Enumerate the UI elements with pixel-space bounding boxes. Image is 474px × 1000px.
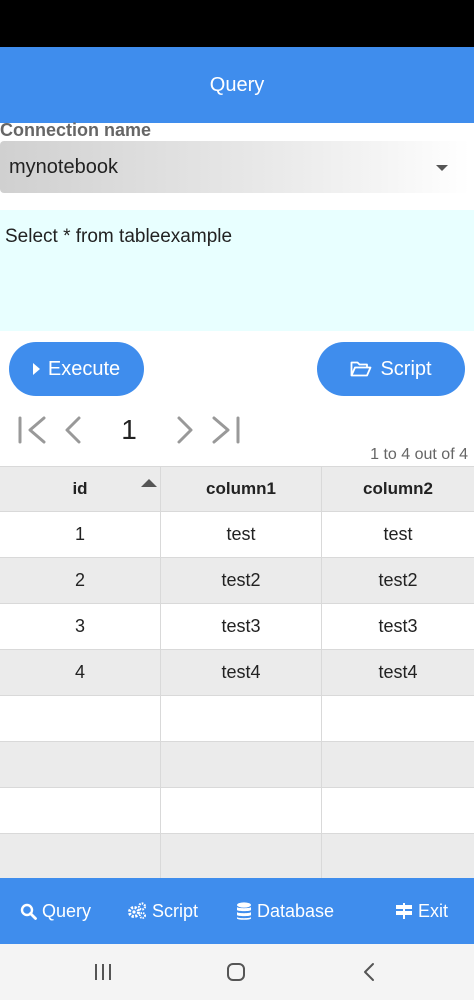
nav-database[interactable]: Database	[236, 878, 334, 944]
table-cell	[0, 696, 161, 741]
empty-row	[0, 788, 474, 834]
query-input[interactable]: Select * from tableexample	[0, 210, 474, 331]
table-cell: test	[161, 512, 322, 557]
nav-database-label: Database	[257, 900, 335, 921]
script-button[interactable]: Script	[317, 342, 465, 396]
grid-header-row: id column1 column2	[0, 466, 474, 512]
script-button-label: Script	[380, 357, 432, 380]
current-page: 1	[121, 414, 137, 445]
recent-apps-icon	[95, 964, 111, 980]
table-cell	[322, 834, 474, 879]
column-header-column1[interactable]: column1	[161, 467, 322, 511]
status-bar	[0, 0, 474, 47]
table-cell: test	[383, 524, 413, 544]
recent-apps-button[interactable]	[92, 960, 114, 984]
first-page-icon	[18, 416, 46, 444]
next-page-icon	[177, 416, 193, 444]
caret-down-icon	[436, 165, 448, 171]
table-row[interactable]: 1 test test	[0, 512, 474, 558]
prev-page-button[interactable]	[52, 410, 94, 450]
system-nav-bar	[0, 944, 474, 1000]
page-title: Query	[209, 73, 265, 96]
signpost-icon	[396, 903, 412, 919]
table-cell	[161, 696, 322, 741]
nav-exit[interactable]: Exit	[395, 878, 448, 944]
database-icon	[237, 901, 251, 920]
home-icon	[227, 963, 245, 981]
execute-button[interactable]: Execute	[9, 342, 144, 396]
table-row[interactable]: 3 test3 test3	[0, 604, 474, 650]
last-page-button[interactable]	[206, 410, 248, 450]
table-cell	[161, 834, 322, 879]
query-text: Select * from tableexample	[5, 226, 233, 247]
sort-asc-icon	[141, 479, 157, 487]
column-header-column2[interactable]: column2	[322, 467, 474, 511]
table-cell: test4	[161, 650, 322, 695]
back-icon	[364, 963, 374, 981]
table-row[interactable]: 2 test2 test2	[0, 558, 474, 604]
table-cell: 1	[0, 512, 161, 557]
nav-query-label: Query	[42, 900, 92, 921]
table-cell: 4	[0, 650, 161, 695]
pager: 1	[10, 410, 248, 450]
column-header-label: column1	[206, 479, 276, 498]
table-cell	[322, 696, 474, 741]
connection-select-value: mynotebook	[9, 155, 118, 178]
folder-open-icon	[351, 361, 372, 377]
execute-button-label: Execute	[47, 357, 121, 380]
back-button[interactable]	[360, 960, 378, 984]
gears-icon	[128, 902, 147, 919]
table-cell	[161, 742, 322, 787]
nav-script-label: Script	[152, 900, 199, 921]
table-cell: 2	[0, 558, 161, 603]
first-page-button[interactable]	[10, 410, 52, 450]
next-page-button[interactable]	[164, 410, 206, 450]
table-cell: test2	[161, 558, 322, 603]
connection-select[interactable]: mynotebook	[0, 141, 470, 193]
table-cell	[322, 742, 474, 787]
table-cell: test4	[378, 662, 418, 682]
connection-label: Connection name	[0, 120, 152, 140]
records-info: 1 to 4 out of 4	[370, 446, 468, 463]
table-cell: test3	[161, 604, 322, 649]
column-header-label: column2	[363, 479, 433, 498]
table-cell	[0, 742, 161, 787]
table-cell	[161, 788, 322, 833]
play-icon	[32, 363, 40, 375]
nav-query[interactable]: Query	[20, 878, 91, 944]
home-button[interactable]	[225, 960, 247, 984]
table-cell	[0, 834, 161, 879]
prev-page-icon	[65, 416, 81, 444]
table-row[interactable]: 4 test4 test4	[0, 650, 474, 696]
search-icon	[20, 903, 37, 920]
nav-exit-label: Exit	[418, 900, 449, 921]
results-grid: id column1 column2 1 test test 2 test2 t…	[0, 466, 474, 880]
column-header-label: id	[72, 479, 88, 498]
table-cell	[322, 788, 474, 833]
table-cell: 3	[0, 604, 161, 649]
app-header: Query	[0, 47, 474, 123]
bottom-nav: Query Script Database Exit	[0, 878, 474, 944]
empty-row	[0, 696, 474, 742]
empty-row	[0, 742, 474, 788]
empty-row	[0, 834, 474, 880]
table-cell: test2	[378, 570, 418, 590]
table-cell: test3	[378, 616, 418, 636]
table-cell	[0, 788, 161, 833]
column-header-id[interactable]: id	[0, 467, 161, 511]
nav-script[interactable]: Script	[127, 878, 198, 944]
last-page-icon	[212, 416, 240, 444]
